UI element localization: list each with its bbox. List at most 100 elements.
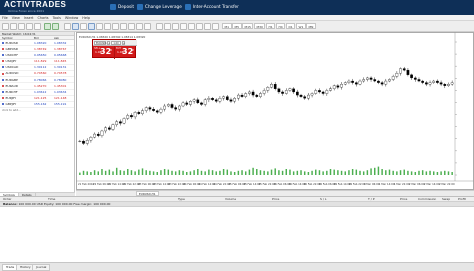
profiles-icon[interactable]	[10, 22, 17, 30]
time-tick-label: 2 Mar 22:00	[439, 182, 455, 186]
navigator-icon[interactable]	[26, 22, 33, 30]
candle-body	[373, 79, 377, 82]
timeframe-m5[interactable]: M5	[232, 23, 242, 29]
decrease-volume-button[interactable]: −	[107, 41, 110, 45]
candle-body	[214, 99, 218, 102]
terminal-icon[interactable]	[34, 22, 41, 30]
candle-body	[111, 124, 115, 130]
inter-account-transfer-button[interactable]: Inter-Account Transfer	[184, 3, 239, 11]
new-order-icon[interactable]	[44, 22, 51, 30]
menu-window[interactable]: Window	[65, 15, 78, 20]
candlestick-icon[interactable]	[72, 22, 79, 30]
horizontal-line-icon[interactable]	[180, 22, 187, 30]
vertical-line-icon[interactable]	[172, 22, 179, 30]
cursor-icon[interactable]	[156, 22, 163, 30]
candle-body	[281, 91, 284, 94]
candle-body	[152, 108, 155, 111]
candle-body	[277, 88, 281, 93]
timeframe-w1[interactable]: W1	[296, 23, 306, 29]
change-leverage-button[interactable]: Change Leverage	[137, 3, 182, 11]
candle-body	[259, 93, 262, 97]
market-watch-icon[interactable]	[18, 22, 25, 30]
candle-body	[218, 98, 222, 102]
market-watch-rows: EURUSD 1.08320 1.08332 GBPUSD 1.38749 1.38767…	[0, 40, 74, 109]
zoom-out-icon[interactable]	[96, 22, 103, 30]
symbol-status-icon	[2, 103, 4, 106]
timeframe-h1[interactable]: H1	[266, 23, 276, 29]
candle-body	[166, 104, 170, 107]
auto-scroll-icon[interactable]	[112, 22, 119, 30]
equidistant-channel-icon[interactable]	[196, 22, 203, 30]
candle-body	[144, 107, 148, 111]
candle-body	[402, 68, 406, 71]
line-chart-icon[interactable]	[80, 22, 87, 30]
market-watch-panel: Market Watch: 16:04:31 Symbol Bid Ask EU…	[0, 32, 75, 198]
add-symbol-row[interactable]: click to add...	[0, 108, 74, 113]
candle-body	[130, 115, 133, 118]
indicators-icon[interactable]	[128, 22, 135, 30]
candle-body	[329, 88, 332, 91]
menu-file[interactable]: File	[2, 15, 8, 20]
candle-body	[251, 91, 255, 96]
timeframe-m15[interactable]: M15	[242, 23, 254, 29]
candle-body	[200, 102, 203, 105]
candle-body	[395, 73, 399, 77]
timeframe-h4[interactable]: H4	[276, 23, 286, 29]
timeframe-d1[interactable]: D1	[286, 23, 296, 29]
menu-view[interactable]: View	[12, 15, 20, 20]
menu-insert[interactable]: Insert	[24, 15, 34, 20]
balance-label: Balance:	[3, 202, 18, 206]
candle-body	[237, 94, 240, 99]
candle-body	[417, 79, 421, 82]
candle-body	[447, 84, 450, 86]
new-chart-icon[interactable]	[2, 22, 9, 30]
chart-shift-icon[interactable]	[120, 22, 127, 30]
candle-body	[325, 90, 329, 94]
time-tick-label: 2 Mar 06:00	[409, 182, 425, 186]
symbol-status-icon	[2, 97, 4, 100]
zoom-in-icon[interactable]	[88, 22, 95, 30]
periods-icon[interactable]	[136, 22, 143, 30]
candle-body	[377, 80, 380, 83]
candle-body	[255, 94, 259, 97]
deposit-button[interactable]: Deposit	[110, 3, 134, 11]
candle-body	[336, 85, 340, 88]
menu-charts[interactable]: Charts	[37, 15, 48, 20]
bar-chart-icon[interactable]	[64, 22, 71, 30]
timeframe-mn[interactable]: MN	[306, 23, 316, 29]
candle-body	[78, 140, 82, 142]
menu-help[interactable]: Help	[82, 15, 90, 20]
ask-cell: 155.191	[54, 102, 67, 107]
increase-volume-button[interactable]: +	[122, 41, 125, 45]
candle-body	[203, 99, 207, 105]
crosshair-icon[interactable]	[164, 22, 171, 30]
text-icon[interactable]	[212, 22, 219, 30]
trendline-icon[interactable]	[188, 22, 195, 30]
candle-body	[314, 90, 318, 94]
templates-icon[interactable]	[144, 22, 151, 30]
symbol-cell: GBPJPY	[0, 101, 34, 107]
candle-body	[296, 91, 299, 96]
volume-input[interactable]: 1.00	[111, 41, 121, 45]
candle-body	[82, 140, 85, 144]
brand-tagline: Online Forex since 2001	[8, 9, 45, 13]
candle-body	[388, 79, 391, 82]
timeframe-m30[interactable]: M30	[254, 23, 266, 29]
menu-tools[interactable]: Tools	[53, 15, 61, 20]
candle-body	[185, 102, 189, 105]
timeframe-m1[interactable]: M1	[222, 23, 232, 29]
candle-body	[332, 85, 336, 89]
autotrading-icon[interactable]	[52, 22, 59, 30]
buy-button[interactable]: BUY 1.08 32 2	[115, 46, 137, 59]
candle-body	[443, 84, 447, 86]
fibonacci-icon[interactable]	[204, 22, 211, 30]
symbol-status-icon	[2, 78, 4, 81]
candle-body	[391, 76, 395, 80]
balance-values: 100 000.00 USD Equity: 100 000.00 Free m…	[18, 202, 111, 206]
candle-body	[222, 96, 225, 99]
tile-windows-icon[interactable]	[104, 22, 111, 30]
sell-button[interactable]: SELL 1.08 32 0	[93, 46, 115, 59]
order-type-select[interactable]: EURUSD,H1	[94, 41, 110, 45]
time-tick-label: 1 Mar 22:00	[394, 182, 410, 186]
tab-journal[interactable]: Journal	[32, 264, 51, 271]
